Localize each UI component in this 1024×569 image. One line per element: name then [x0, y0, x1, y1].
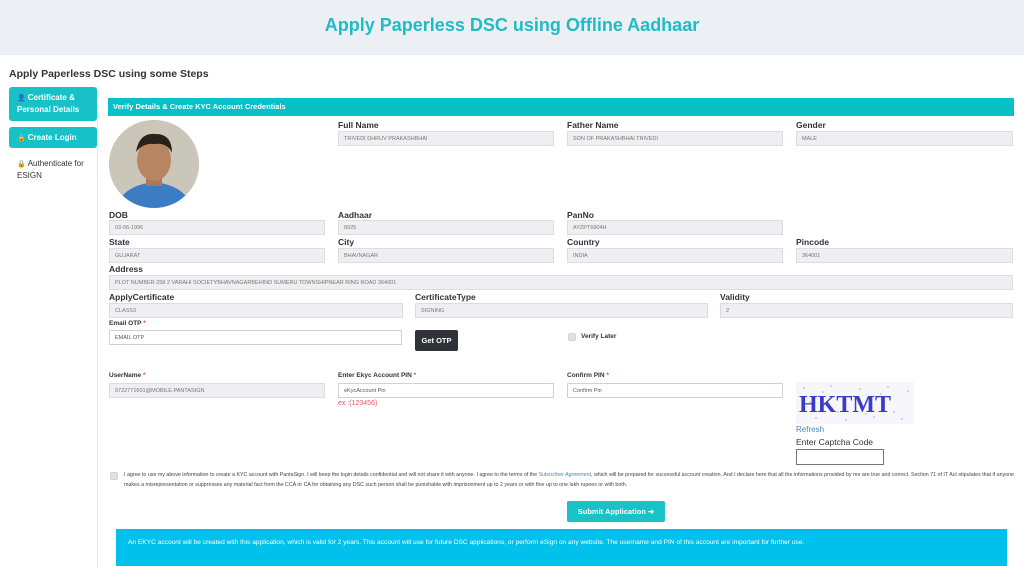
- pan-label: PanNo: [567, 210, 594, 220]
- captcha-image: HKTMT: [796, 382, 914, 424]
- full-name-field: TRIVEDI DHRUV PRAKASHBHAI: [338, 131, 554, 146]
- email-otp-input[interactable]: EMAIL OTP: [109, 330, 402, 345]
- dob-label: DOB: [109, 210, 128, 220]
- agreement-checkbox[interactable]: [110, 472, 118, 480]
- verify-later-checkbox[interactable]: [568, 333, 576, 341]
- pincode-field: 364001: [796, 248, 1013, 263]
- subscriber-agreement-link[interactable]: Subscriber Agreement: [539, 472, 591, 478]
- page-title: Apply Paperless DSC using Offline Aadhaa…: [324, 15, 700, 35]
- aadhaar-field: 8925: [338, 220, 554, 235]
- verify-later-label: Verify Later: [581, 333, 617, 340]
- pin-hint: ex :(123456): [338, 400, 378, 407]
- username-field: 9722771601@MOBILE.PANTASIGN: [109, 383, 325, 398]
- info-banner: An EKYC account will be created with thi…: [116, 529, 1007, 566]
- apply-certificate-label: ApplyCertificate: [109, 292, 175, 302]
- city-label: City: [338, 237, 355, 247]
- arrow-right-icon: ➜: [647, 507, 655, 516]
- address-field: PLOT NUMBER 258 2 VARAHI SOCIETYBHAVNAGA…: [109, 275, 1013, 290]
- pin-label: Enter Ekyc Account PIN *: [338, 372, 417, 379]
- sidebar-item-label: Certificate & Personal Details: [17, 93, 80, 114]
- sidebar-item-certificate-details[interactable]: 👤 Certificate & Personal Details: [9, 87, 97, 121]
- apply-certificate-field: CLASS3: [109, 303, 403, 318]
- address-label: Address: [109, 264, 144, 274]
- lock-icon: 🔒: [17, 161, 26, 168]
- user-icon: 👤: [17, 95, 26, 102]
- gender-label: Gender: [796, 120, 826, 130]
- country-label: Country: [567, 237, 600, 247]
- email-otp-label: Email OTP *: [109, 320, 146, 327]
- state-field: GUJARAT: [109, 248, 325, 263]
- state-label: State: [109, 237, 130, 247]
- country-field: INDIA: [567, 248, 783, 263]
- confirm-pin-label: Confirm PIN *: [567, 372, 609, 379]
- aadhaar-label: Aadhaar: [338, 210, 373, 220]
- captcha-refresh-link[interactable]: Refresh: [796, 425, 824, 434]
- sidebar-item-label: Authenticate for ESIGN: [17, 159, 84, 180]
- sidebar-item-authenticate-esign[interactable]: 🔒 Authenticate for ESIGN: [9, 153, 97, 183]
- submit-application-button[interactable]: Submit Application ➜: [567, 501, 665, 522]
- full-name-label: Full Name: [338, 120, 379, 130]
- confirm-pin-input[interactable]: Confirm Pin: [567, 383, 783, 398]
- captcha-text: HKTMT: [799, 392, 891, 418]
- agreement-text: I agree to use my above information to c…: [124, 472, 1015, 488]
- sidebar-item-label: Create Login: [27, 133, 77, 142]
- pin-input[interactable]: eKycAccount Pin: [338, 383, 554, 398]
- certificate-type-label: CertificateType: [415, 292, 476, 302]
- captcha-label: Enter Captcha Code: [796, 437, 874, 447]
- pincode-label: Pincode: [796, 237, 830, 247]
- pan-field: AYZPT6904H: [567, 220, 783, 235]
- validity-label: Validity: [720, 292, 750, 302]
- steps-title: Apply Paperless DSC using some Steps: [9, 68, 209, 80]
- profile-photo: [109, 120, 199, 208]
- captcha-input[interactable]: [796, 449, 884, 465]
- validity-field: 2: [720, 303, 1013, 318]
- father-name-field: SON OF PRAKASHBHAI TRIVEDI: [567, 131, 783, 146]
- lock-icon: 🔒: [17, 135, 26, 142]
- username-label: UserName *: [109, 372, 146, 379]
- gender-field: MALE: [796, 131, 1013, 146]
- sidebar-item-create-login[interactable]: 🔒 Create Login: [9, 127, 97, 148]
- required-mark: *: [143, 320, 146, 327]
- dob-field: 03-06-1996: [109, 220, 325, 235]
- get-otp-button[interactable]: Get OTP: [415, 330, 458, 351]
- page-header: Apply Paperless DSC using Offline Aadhaa…: [0, 0, 1024, 55]
- father-name-label: Father Name: [567, 120, 619, 130]
- city-field: BHAVNAGAR: [338, 248, 554, 263]
- certificate-type-field: SIGNING: [415, 303, 708, 318]
- panel-heading: Verify Details & Create KYC Account Cred…: [108, 98, 1014, 116]
